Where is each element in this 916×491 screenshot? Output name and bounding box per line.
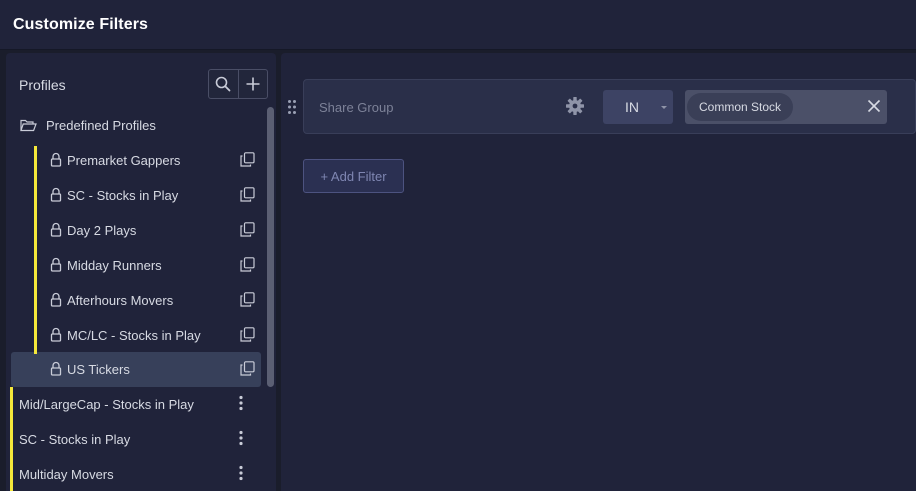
- profile-label: US Tickers: [67, 362, 130, 377]
- profiles-actions: [208, 69, 268, 99]
- copy-icon[interactable]: [240, 222, 255, 237]
- profile-item-multiday-movers[interactable]: Multiday Movers: [6, 457, 261, 491]
- plus-icon: [246, 77, 260, 91]
- profile-label: Premarket Gappers: [67, 153, 181, 168]
- copy-icon[interactable]: [240, 327, 255, 342]
- profile-label: Multiday Movers: [19, 467, 114, 482]
- profile-label: Afterhours Movers: [67, 293, 174, 308]
- filter-values-input[interactable]: Common Stock: [685, 90, 887, 124]
- highlight-bar-predefined: [34, 146, 37, 354]
- lock-icon: [50, 222, 62, 237]
- lock-icon: [50, 361, 62, 376]
- copy-icon[interactable]: [240, 152, 255, 167]
- filter-row-share-group: Share Group IN Common Stock: [303, 79, 916, 134]
- search-icon: [216, 76, 231, 92]
- profile-item-sc-stocks-in-play[interactable]: SC - Stocks in Play: [11, 178, 261, 213]
- lock-icon: [50, 152, 62, 167]
- profile-label: Mid/LargeCap - Stocks in Play: [19, 397, 194, 412]
- profile-item-us-tickers[interactable]: US Tickers: [11, 352, 261, 387]
- gear-icon[interactable]: [565, 96, 585, 116]
- profile-item-mid-largecap-stocks-in-play[interactable]: Mid/LargeCap - Stocks in Play: [6, 387, 261, 422]
- profile-label: Midday Runners: [67, 258, 162, 273]
- profile-item-mc-lc-stocks-in-play[interactable]: MC/LC - Stocks in Play: [11, 318, 261, 353]
- more-vertical-icon[interactable]: [239, 430, 243, 446]
- lock-icon: [50, 292, 62, 307]
- more-vertical-icon[interactable]: [239, 465, 243, 481]
- profile-item-midday-runners[interactable]: Midday Runners: [11, 248, 261, 283]
- filter-name: Share Group: [319, 100, 394, 115]
- add-filter-button[interactable]: + Add Filter: [303, 159, 404, 193]
- copy-icon[interactable]: [240, 292, 255, 307]
- title-bar: Customize Filters: [0, 0, 916, 50]
- copy-icon[interactable]: [240, 187, 255, 202]
- profile-item-afterhours-movers[interactable]: Afterhours Movers: [11, 283, 261, 318]
- more-vertical-icon[interactable]: [239, 395, 243, 411]
- profile-label: Day 2 Plays: [67, 223, 137, 238]
- lock-icon: [50, 327, 62, 342]
- close-icon[interactable]: [867, 99, 881, 113]
- highlight-bar-custom: [10, 387, 13, 491]
- copy-icon[interactable]: [240, 257, 255, 272]
- copy-icon[interactable]: [240, 361, 255, 376]
- operator-select[interactable]: IN: [603, 90, 673, 124]
- value-chip[interactable]: Common Stock: [687, 93, 794, 121]
- operator-value: IN: [625, 99, 639, 115]
- profiles-header: Profiles: [19, 77, 66, 93]
- dialog-title: Customize Filters: [13, 16, 149, 33]
- caret-down-icon: [661, 106, 667, 109]
- profile-label: MC/LC - Stocks in Play: [67, 328, 201, 343]
- folder-open-icon: [20, 119, 37, 131]
- drag-handle-icon[interactable]: [287, 99, 297, 115]
- profile-item-premarket-gappers[interactable]: Premarket Gappers: [11, 143, 261, 178]
- profiles-panel: Profiles Predefined Profiles Premarket G…: [6, 53, 276, 491]
- profile-label: SC - Stocks in Play: [19, 432, 131, 447]
- search-profiles-button[interactable]: [209, 70, 238, 98]
- profiles-scrollbar[interactable]: [267, 107, 274, 387]
- lock-icon: [50, 257, 62, 272]
- profile-item-sc-stocks-in-play-custom[interactable]: SC - Stocks in Play: [6, 422, 261, 457]
- add-profile-button[interactable]: [237, 70, 267, 98]
- profile-item-day-2-plays[interactable]: Day 2 Plays: [11, 213, 261, 248]
- folder-predefined-profiles[interactable]: Predefined Profiles: [20, 115, 156, 135]
- folder-label: Predefined Profiles: [46, 117, 156, 133]
- lock-icon: [50, 187, 62, 202]
- profile-label: SC - Stocks in Play: [67, 188, 179, 203]
